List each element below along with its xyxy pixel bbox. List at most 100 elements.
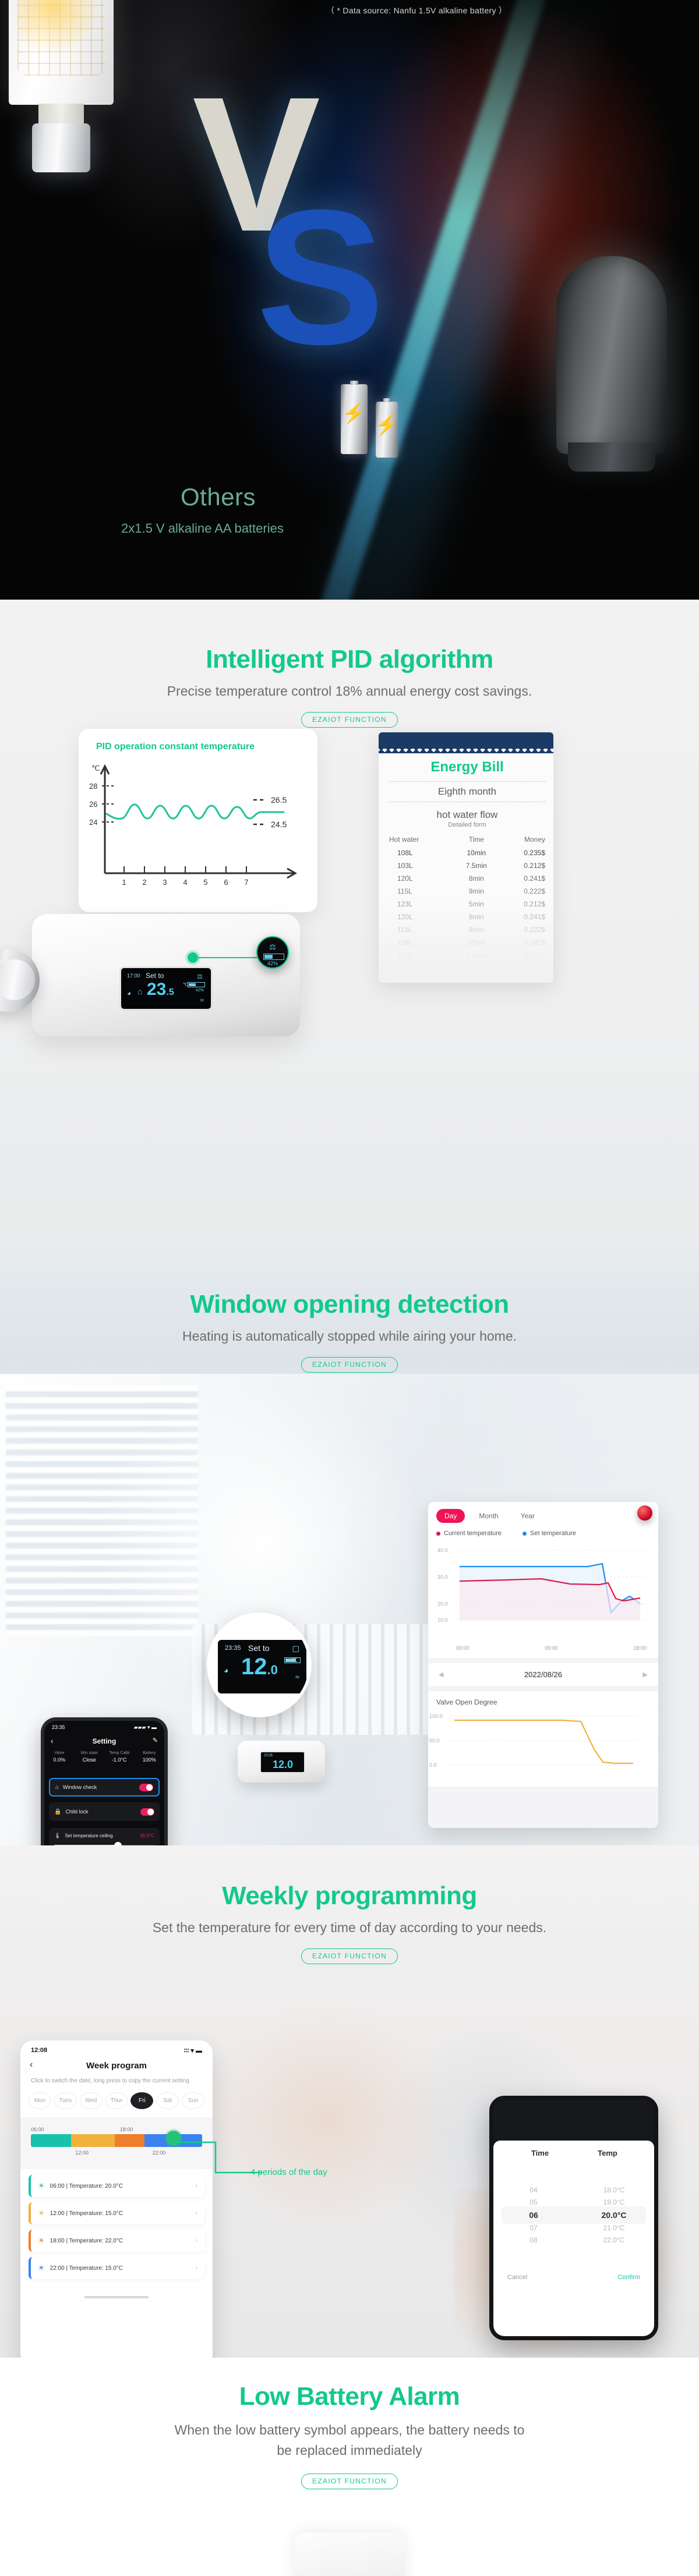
period-label: 06:00 | Temperature: 20.0°C <box>50 2182 123 2189</box>
lcd-temperature: 12.0 <box>241 1655 278 1678</box>
pid-section: Intelligent PID algorithm Precise temper… <box>0 600 699 1252</box>
timeline-end-label: 22:00 <box>152 2150 166 2156</box>
tab-month[interactable]: Month <box>471 1509 506 1523</box>
lcd-temp-dec: .0 <box>267 1663 278 1677</box>
callout-anchor-dot <box>188 952 198 963</box>
valve-open-degree-chart: 100.0 50.0 0.0 <box>429 1713 639 1768</box>
legend-current-temperature: Current temperature <box>436 1530 502 1537</box>
temp-option[interactable]: 19.0°C <box>603 2198 625 2206</box>
day-sat[interactable]: Sat <box>156 2092 179 2109</box>
legend-dot <box>436 1531 440 1536</box>
period-segment-3[interactable] <box>115 2134 144 2147</box>
child-lock-toggle[interactable] <box>140 1808 154 1816</box>
period-segment-2[interactable] <box>71 2134 115 2147</box>
list-item[interactable]: ☀ 18:00 | Temperature: 22.0°C › <box>29 2230 204 2252</box>
weekly-title: Weekly programming <box>222 1881 477 1910</box>
period-segment-1[interactable] <box>31 2134 71 2147</box>
temperature-picker-phone: Time Temp 04 05 06 07 08 18.0°C 19.0°C 20.0°C 2… <box>489 2096 658 2340</box>
edit-icon[interactable]: ✎ <box>153 1737 158 1744</box>
stat-value: -1.0°C <box>111 1757 127 1763</box>
svg-text:40.0: 40.0 <box>437 1547 448 1553</box>
heat-icon: ≈ <box>200 996 204 1004</box>
weekly-subtitle: Set the temperature for every time of da… <box>152 1920 547 1935</box>
confirm-button[interactable]: Confirm <box>617 2274 640 2281</box>
radiator-thermostat-lcd: 23:35 12.0 <box>260 1751 305 1773</box>
prev-arrow-icon[interactable]: ◀ <box>439 1671 443 1678</box>
cell-money: 0.235$ <box>524 849 545 857</box>
day-wed[interactable]: Wed <box>79 2092 103 2109</box>
back-chevron-icon[interactable]: ‹ <box>30 2060 33 2070</box>
cancel-button[interactable]: Cancel <box>507 2274 527 2281</box>
svg-text:100.0: 100.0 <box>429 1713 443 1719</box>
others-label: Others <box>181 483 256 511</box>
time-option[interactable]: 04 <box>529 2186 537 2194</box>
table-row: 103L 7.5min 0.212$ <box>389 859 545 872</box>
weekly-badge: EZAIOT FUNCTION <box>301 1948 398 1964</box>
period-tabs: Day Month Year <box>436 1509 650 1523</box>
day-thur[interactable]: Thur <box>105 2092 128 2109</box>
window-check-toggle[interactable] <box>139 1783 153 1791</box>
wifi-icon: ◕ <box>224 1666 229 1675</box>
day-fri[interactable]: Fri <box>130 2092 154 2109</box>
temp-option[interactable]: 18.0°C <box>603 2186 625 2194</box>
tab-year[interactable]: Year <box>513 1509 543 1523</box>
table-row: 108L 10min 0.235$ <box>389 846 545 859</box>
picker-actions: Cancel Confirm <box>493 2270 654 2289</box>
device-stats-row: Valve 0.0% Win state Close Temp Calib -1… <box>44 1751 164 1763</box>
time-option[interactable]: 08 <box>529 2236 537 2244</box>
setting-row-child-lock[interactable]: 🔒 Child lock <box>49 1802 160 1821</box>
battery-title: Low Battery Alarm <box>239 2382 460 2411</box>
battery-icon-2: ⚡ <box>375 398 399 458</box>
chevron-right-icon[interactable]: › <box>195 2265 197 2272</box>
temp-ceiling-label: Set temperature ceiling <box>65 1833 113 1838</box>
pid-badge-wrap: EZAIOT FUNCTION <box>0 712 699 728</box>
timeline-mid-bot-label: 12:00 <box>75 2150 89 2156</box>
week-program-phone: 12:08 ∶∶∶ ▾ ▬ ‹ Week program Click to sw… <box>20 2040 213 2358</box>
wheel-picker[interactable]: 04 05 06 07 08 18.0°C 19.0°C 20.0°C 21.0°C 22.0°… <box>493 2160 654 2270</box>
window-check-icon: ⌂ <box>55 1784 59 1791</box>
product-photo-bottom <box>294 2532 405 2576</box>
battery-fill <box>285 1659 296 1662</box>
setting-row-window-check[interactable]: ⌂ Window check <box>49 1778 160 1797</box>
pid-chart-card: PID operation constant temperature ℃ 28 … <box>79 729 317 912</box>
period-label: 12:00 | Temperature: 15.0°C <box>50 2210 123 2217</box>
weekly-callout-connector <box>176 2141 262 2174</box>
svg-text:30.0: 30.0 <box>437 1574 448 1580</box>
temp-option[interactable]: 22.0°C <box>603 2236 625 2244</box>
svg-text:20.0: 20.0 <box>437 1601 448 1607</box>
settings-page-title: Setting <box>92 1737 116 1745</box>
temp-option[interactable]: 21.0°C <box>603 2224 625 2232</box>
competitor-product <box>556 256 667 454</box>
list-item[interactable]: ☀ 22:00 | Temperature: 15.0°C › <box>29 2257 204 2279</box>
picker-columns-header: Time Temp <box>493 2141 654 2160</box>
valve-chart-title: Valve Open Degree <box>428 1691 658 1709</box>
week-program-title: Week program <box>86 2061 147 2071</box>
day-tues[interactable]: Tues <box>54 2092 77 2109</box>
list-item[interactable]: ☀ 12:00 | Temperature: 15.0°C › <box>29 2202 204 2224</box>
sun-icon: ☀ <box>38 2236 45 2245</box>
day-sun[interactable]: Sun <box>182 2092 205 2109</box>
day-mon[interactable]: Mon <box>29 2092 51 2109</box>
next-arrow-icon[interactable]: ▶ <box>643 1671 648 1678</box>
bill-fade-overlay <box>379 895 553 983</box>
chevron-right-icon[interactable]: › <box>195 2210 197 2217</box>
valve-chart-section: Valve Open Degree 100.0 50.0 0.0 <box>428 1691 658 1787</box>
cell-time: 10min <box>467 849 486 857</box>
svg-text:10.0: 10.0 <box>437 1617 448 1623</box>
time-option[interactable]: 05 <box>529 2198 537 2206</box>
svg-text:26.5: 26.5 <box>271 795 287 805</box>
lcd-temp-int: 23 <box>147 980 167 999</box>
x-tick-1800: 18:00 <box>633 1645 647 1651</box>
time-option[interactable]: 07 <box>529 2224 537 2232</box>
weekly-programming-section: Weekly programming Set the temperature f… <box>0 1845 699 2358</box>
data-source-note: （ * Data source: Nanfu 1.5V alkaline bat… <box>326 6 507 15</box>
battery-icon <box>263 954 284 960</box>
wifi-icon: ◕ <box>127 989 132 997</box>
phone-notch <box>79 1721 129 1731</box>
valve-icon: ⚖ <box>269 942 276 951</box>
bill-title: Energy Bill <box>430 759 504 775</box>
date-navigator: ◀ 2022/08/26 ▶ <box>428 1663 658 1686</box>
tab-day[interactable]: Day <box>436 1509 465 1523</box>
cell-time: 7.5min <box>465 862 487 870</box>
chevron-right-icon[interactable]: › <box>195 2237 197 2244</box>
